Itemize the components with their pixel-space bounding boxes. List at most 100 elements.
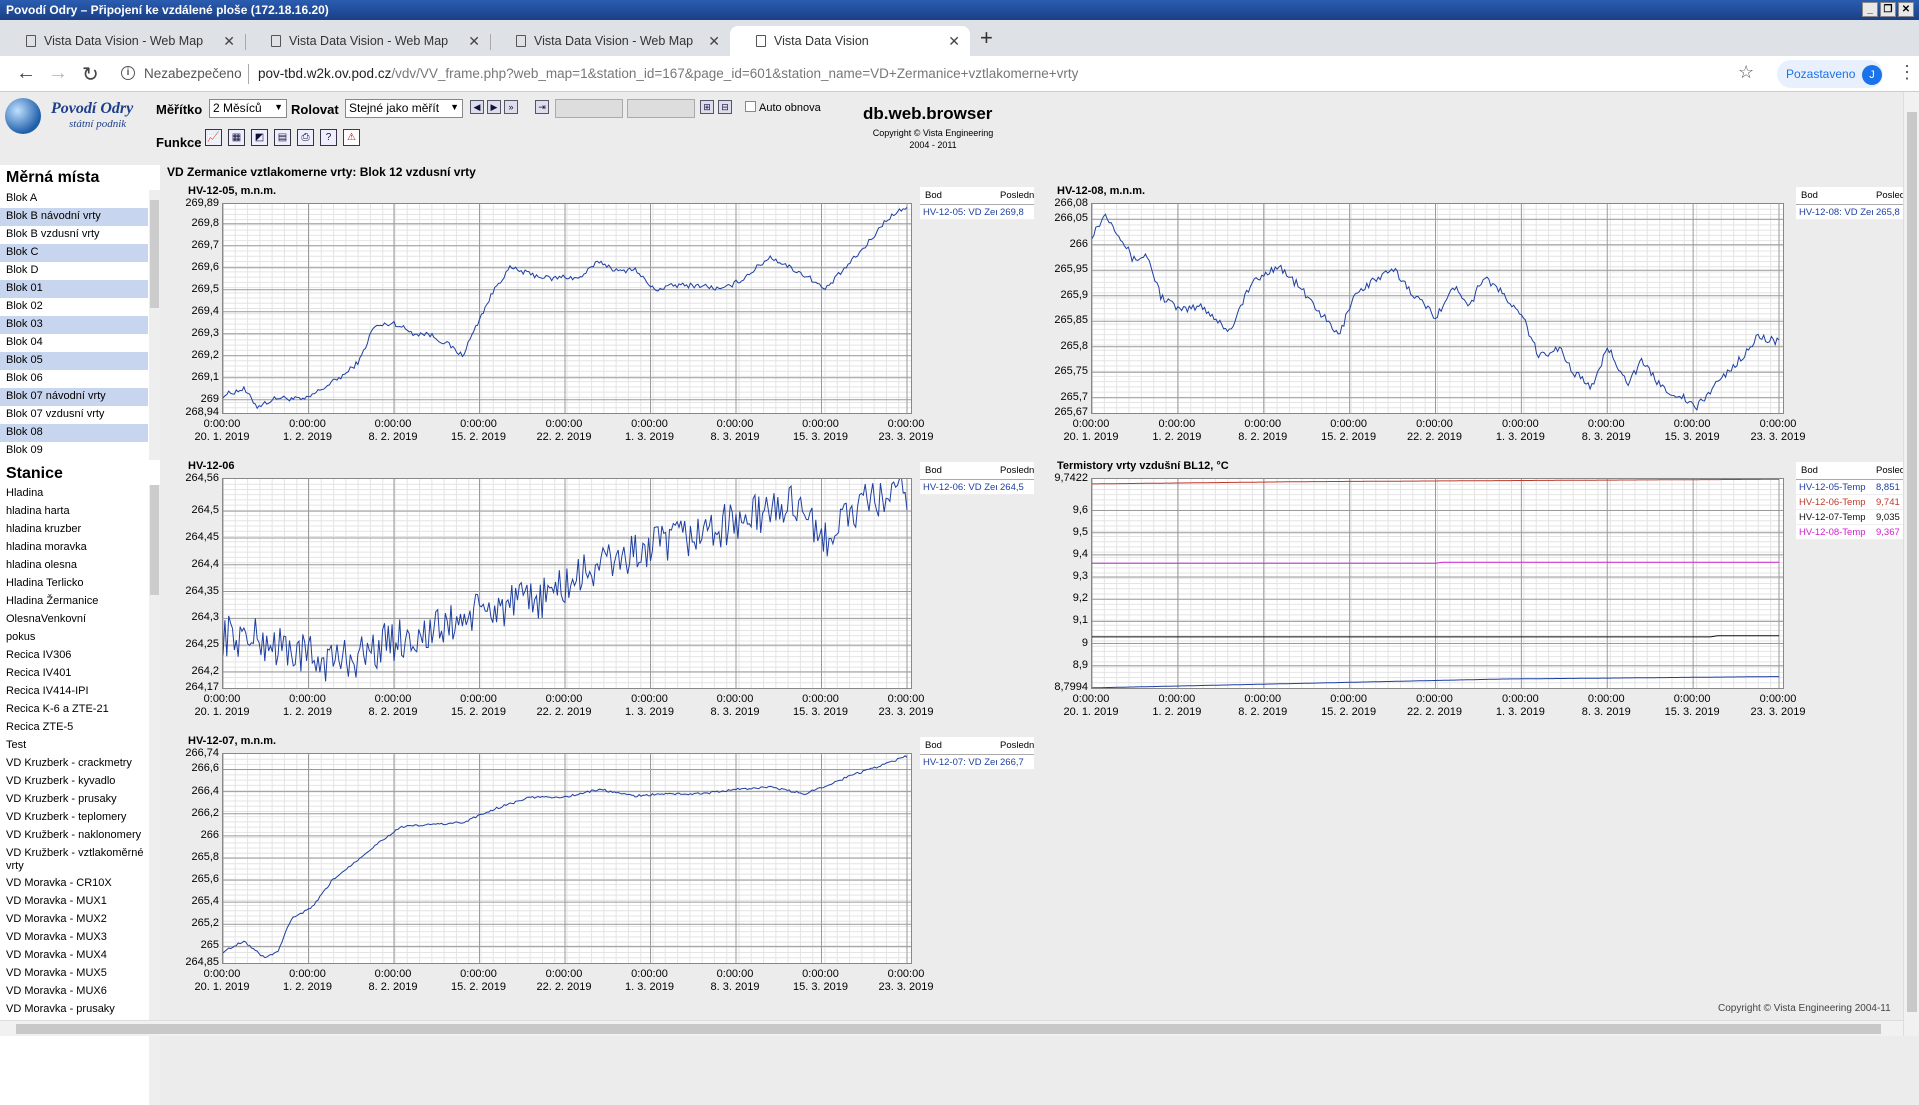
tab-close-icon[interactable]: ✕ — [468, 33, 480, 50]
date-to-field[interactable] — [627, 99, 695, 118]
page-vertical-scrollbar[interactable] — [1903, 92, 1919, 1036]
scrollbar-thumb[interactable] — [1907, 112, 1917, 1012]
chart-plot-area[interactable] — [1091, 478, 1784, 689]
legend-row[interactable]: HV-12-06-Temp 9,741 — [1796, 495, 1910, 510]
restore-icon[interactable]: ❐ — [1880, 2, 1896, 17]
stanice-item[interactable]: Recica IV401 — [0, 665, 148, 683]
stanice-item[interactable]: pokus — [0, 629, 148, 647]
meritko-select[interactable]: 2 Měsíců ▼ — [209, 99, 287, 118]
stanice-item[interactable]: VD Kruzberk - kyvadlo — [0, 773, 148, 791]
scrollbar-thumb[interactable] — [150, 200, 159, 308]
chart-plot-area[interactable] — [222, 203, 912, 414]
merna-item[interactable]: Blok 09 — [0, 442, 148, 460]
legend-row[interactable]: HV-12-07-Temp 9,035 — [1796, 510, 1910, 525]
merna-item[interactable]: Blok 01 — [0, 280, 148, 298]
stanice-item[interactable]: VD Moravka - CR10X — [0, 875, 148, 893]
info-icon[interactable]: i — [121, 66, 135, 80]
stanice-item[interactable]: VD Kruzberk - prusaky — [0, 791, 148, 809]
legend-row[interactable]: HV-12-08: VD Zermanice265,8 — [1796, 205, 1910, 220]
browser-tab-2[interactable]: Vista Data Vision - Web Map ✕ — [245, 26, 490, 56]
reload-icon[interactable]: ↻ — [82, 62, 99, 87]
merna-item[interactable]: Blok A — [0, 190, 148, 208]
date-from-field[interactable] — [555, 99, 623, 118]
stanice-item[interactable]: hladina harta — [0, 503, 148, 521]
browser-tab-1[interactable]: Vista Data Vision - Web Map ✕ — [0, 26, 245, 56]
tab-close-icon[interactable]: ✕ — [948, 33, 960, 50]
stanice-item[interactable]: Hladina Žermanice — [0, 593, 148, 611]
merna-item[interactable]: Blok 07 návodní vrty — [0, 388, 148, 406]
zoom-out-icon[interactable]: ⊟ — [718, 100, 732, 114]
merna-item[interactable]: Blok C — [0, 244, 148, 262]
stanice-item[interactable]: Recica ZTE-5 — [0, 719, 148, 737]
report-icon[interactable]: ▤ — [274, 129, 291, 146]
stanice-item[interactable]: VD Moravka - MUX3 — [0, 929, 148, 947]
alarm-warning-icon[interactable]: ⚠ — [343, 129, 360, 146]
legend-row[interactable]: HV-12-07: VD Zermanice266,7 — [920, 755, 1034, 770]
stanice-item[interactable]: VD Kruzberk - crackmetry — [0, 755, 148, 773]
chart-plot-area[interactable] — [222, 753, 912, 964]
scrollbar-thumb[interactable] — [16, 1024, 1881, 1034]
bookmark-star-icon[interactable]: ☆ — [1738, 62, 1754, 83]
merna-item[interactable]: Blok 05 — [0, 352, 148, 370]
tab-close-icon[interactable]: ✕ — [708, 33, 720, 50]
zoom-in-icon[interactable]: ⊞ — [700, 100, 714, 114]
browser-tab-3[interactable]: Vista Data Vision - Web Map ✕ — [490, 26, 730, 56]
stanice-item[interactable]: VD Kružberk - naklonomery — [0, 827, 148, 845]
step-back-icon[interactable]: ◀ — [470, 100, 484, 114]
merna-item[interactable]: Blok 07 vzdusní vrty — [0, 406, 148, 424]
legend-row[interactable]: HV-12-08-Temp 9,367 — [1796, 525, 1910, 540]
back-icon[interactable]: ← — [16, 62, 36, 85]
avatar[interactable]: J — [1862, 65, 1882, 85]
stanice-item[interactable]: VD Kruzberk - teplomery — [0, 809, 148, 827]
merna-item[interactable]: Blok 04 — [0, 334, 148, 352]
rolovat-select[interactable]: Stejné jako měřít ▼ — [345, 99, 463, 118]
stanice-item[interactable]: VD Moravka - MUX6 — [0, 983, 148, 1001]
stanice-item[interactable]: hladina kruzber — [0, 521, 148, 539]
browser-menu-icon[interactable]: ⋮ — [1898, 62, 1916, 83]
table-icon[interactable]: ▦ — [228, 129, 245, 146]
minimize-icon[interactable]: _ — [1862, 2, 1878, 17]
stanice-item[interactable]: Recica IV306 — [0, 647, 148, 665]
map-icon[interactable]: ◩ — [251, 129, 268, 146]
chart-icon[interactable]: 📈 — [205, 129, 222, 146]
stanice-item[interactable]: VD Moravka - prusaky — [0, 1001, 148, 1019]
fast-forward-icon[interactable]: » — [504, 100, 518, 114]
merna-item[interactable]: Blok B vzdusní vrty — [0, 226, 148, 244]
stanice-item[interactable]: hladina olesna — [0, 557, 148, 575]
merna-item[interactable]: Blok B návodní vrty — [0, 208, 148, 226]
print-icon[interactable]: ⎙ — [297, 129, 314, 146]
stanice-item[interactable]: hladina moravka — [0, 539, 148, 557]
stanice-item[interactable]: VD Kružberk - vztlakoměrné vrty — [0, 845, 148, 875]
auto-refresh-checkbox[interactable]: Auto obnova — [745, 101, 821, 114]
page-horizontal-scrollbar[interactable] — [0, 1020, 1903, 1036]
forward-icon[interactable]: → — [48, 62, 68, 85]
merna-scrollbar[interactable] — [149, 190, 160, 460]
tab-close-icon[interactable]: ✕ — [223, 33, 235, 50]
stanice-item[interactable]: OlesnaVenkovní — [0, 611, 148, 629]
stanice-item[interactable]: Hladina — [0, 485, 148, 503]
stanice-item[interactable]: Recica K-6 a ZTE-21 — [0, 701, 148, 719]
help-icon[interactable]: ? — [320, 129, 337, 146]
merna-item[interactable]: Blok D — [0, 262, 148, 280]
step-forward-icon[interactable]: ▶ — [487, 100, 501, 114]
checkbox-icon[interactable] — [745, 101, 756, 112]
close-icon[interactable]: ✕ — [1898, 2, 1914, 17]
merna-item[interactable]: Blok 08 — [0, 424, 148, 442]
stanice-item[interactable]: VD Moravka - MUX2 — [0, 911, 148, 929]
merna-item[interactable]: Blok 02 — [0, 298, 148, 316]
url-field[interactable]: pov-tbd.w2k.ov.pod.cz/vdv/VV_frame.php?w… — [258, 66, 1078, 81]
legend-row[interactable]: HV-12-05-Temp 8,851 — [1796, 480, 1910, 495]
stanice-item[interactable]: VD Moravka - MUX5 — [0, 965, 148, 983]
legend-row[interactable]: HV-12-06: VD Zermanice264,5 — [920, 480, 1034, 495]
scrollbar-thumb[interactable] — [150, 485, 159, 595]
stanice-item[interactable]: VD Moravka - MUX4 — [0, 947, 148, 965]
chart-plot-area[interactable] — [1091, 203, 1784, 414]
stanice-item[interactable]: Test — [0, 737, 148, 755]
merna-item[interactable]: Blok 03 — [0, 316, 148, 334]
chart-plot-area[interactable] — [222, 478, 912, 689]
browser-tab-active[interactable]: Vista Data Vision ✕ — [730, 26, 970, 56]
legend-row[interactable]: HV-12-05: VD Zermanice269,8 — [920, 205, 1034, 220]
stanice-item[interactable]: VD Moravka - MUX1 — [0, 893, 148, 911]
stanice-scrollbar[interactable] — [149, 485, 160, 1105]
new-tab-button[interactable]: + — [980, 25, 993, 51]
